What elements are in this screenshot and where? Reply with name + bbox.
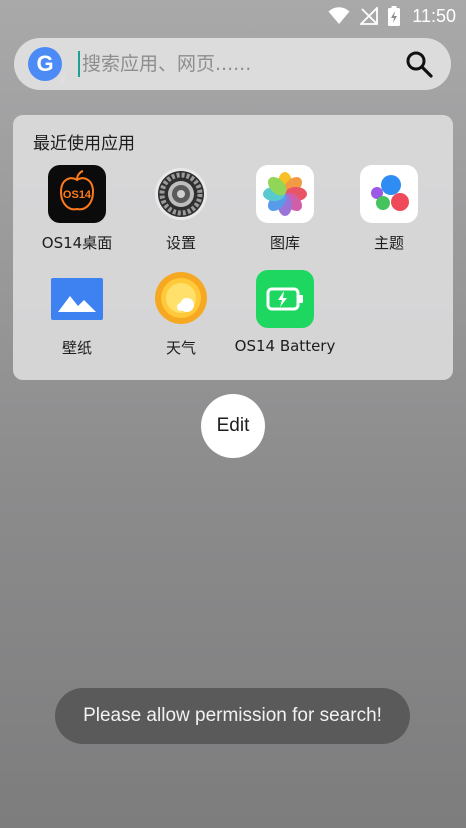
status-bar: 11:50 [0, 0, 466, 32]
no-signal-icon [360, 7, 379, 25]
app-settings[interactable]: 设置 [129, 165, 233, 253]
app-label: 天气 [165, 339, 196, 357]
app-label: 壁纸 [61, 339, 92, 357]
app-label: 主题 [373, 234, 404, 252]
toast-message: Please allow permission for search! [83, 705, 382, 726]
app-label: 图库 [269, 234, 300, 252]
photos-icon [256, 165, 314, 223]
recent-apps-title: 最近使用应用 [33, 134, 135, 154]
weather-sun-icon [152, 270, 210, 328]
settings-gear-icon [152, 165, 210, 223]
app-os14-battery[interactable]: OS14 Battery [233, 270, 337, 355]
os14-icon-text: OS14 [63, 189, 92, 201]
search-input[interactable] [82, 53, 382, 75]
theme-icon [360, 165, 418, 223]
search-icon[interactable] [405, 50, 433, 78]
wifi-icon [328, 7, 350, 25]
google-logo-icon[interactable]: G [28, 47, 65, 83]
text-cursor [78, 51, 80, 77]
clock: 11:50 [412, 5, 456, 26]
app-theme[interactable]: 主题 [337, 165, 441, 253]
google-logo-letter: G [36, 51, 54, 76]
app-gallery[interactable]: 图库 [233, 165, 337, 253]
battery-app-icon [256, 270, 314, 328]
edit-button[interactable]: Edit [201, 394, 265, 458]
app-wallpaper[interactable]: 壁纸 [25, 270, 129, 358]
os14-launcher-icon: OS14 [48, 165, 106, 223]
app-label: 设置 [165, 234, 196, 252]
recent-apps-panel: 最近使用应用 OS14 OS14桌面 设置 图库 主题 壁纸 天气 OS14 B… [13, 115, 453, 380]
search-bar[interactable]: G [14, 38, 451, 90]
wallpaper-icon [48, 270, 106, 328]
corner-dot-icon [57, 75, 65, 83]
permission-toast: Please allow permission for search! [55, 688, 410, 744]
app-weather[interactable]: 天气 [129, 270, 233, 358]
battery-charging-icon [388, 6, 401, 26]
app-label: OS14 Battery [234, 337, 336, 355]
app-os14-launcher[interactable]: OS14 OS14桌面 [25, 165, 129, 253]
app-label: OS14桌面 [41, 234, 113, 252]
